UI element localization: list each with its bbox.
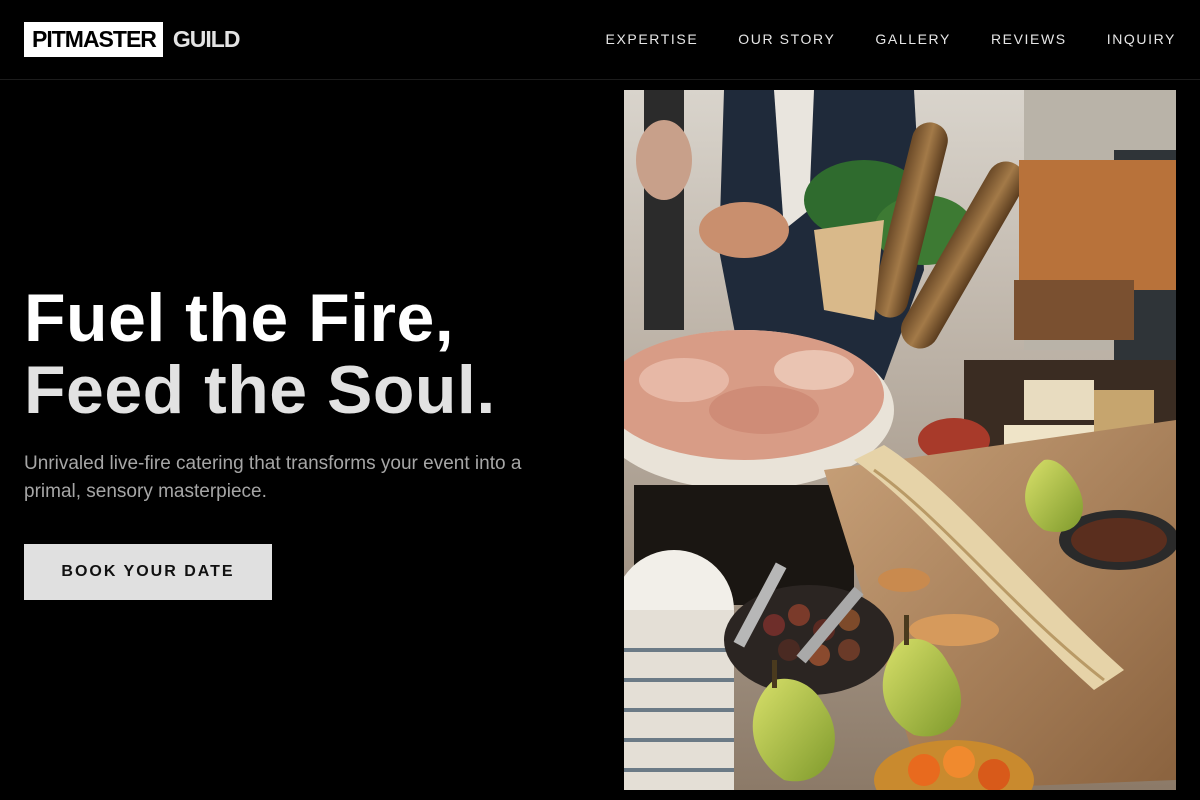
brand-logo[interactable]: PITMASTER GUILD <box>24 22 241 57</box>
hero-title: Fuel the Fire, Feed the Soul. <box>24 282 496 426</box>
food-spread-illustration <box>624 90 1176 790</box>
nav-link-expertise[interactable]: EXPERTISE <box>606 30 699 48</box>
hero-subtitle: Unrivaled live-fire catering that transf… <box>24 453 522 502</box>
nav-link-reviews[interactable]: REVIEWS <box>991 30 1067 48</box>
logo-text: GUILD <box>172 26 241 52</box>
nav-link-inquiry[interactable]: INQUIRY <box>1107 30 1176 48</box>
hero-title-line-2: Feed the Soul. <box>24 352 496 428</box>
nav-link-gallery[interactable]: GALLERY <box>875 30 951 48</box>
nav-link-our-story[interactable]: OUR STORY <box>738 30 835 48</box>
logo-box: PITMASTER <box>24 22 163 57</box>
main-nav: EXPERTISE OUR STORY GALLERY REVIEWS INQU… <box>566 30 1176 48</box>
hero-food-photo <box>624 90 1176 790</box>
hero-title-line-1: Fuel the Fire, <box>24 280 455 356</box>
book-your-date-button[interactable]: BOOK YOUR DATE <box>24 544 272 600</box>
site-header: PITMASTER GUILD EXPERTISE OUR STORY GALL… <box>0 0 1200 80</box>
page: PITMASTER GUILD EXPERTISE OUR STORY GALL… <box>0 0 1200 800</box>
